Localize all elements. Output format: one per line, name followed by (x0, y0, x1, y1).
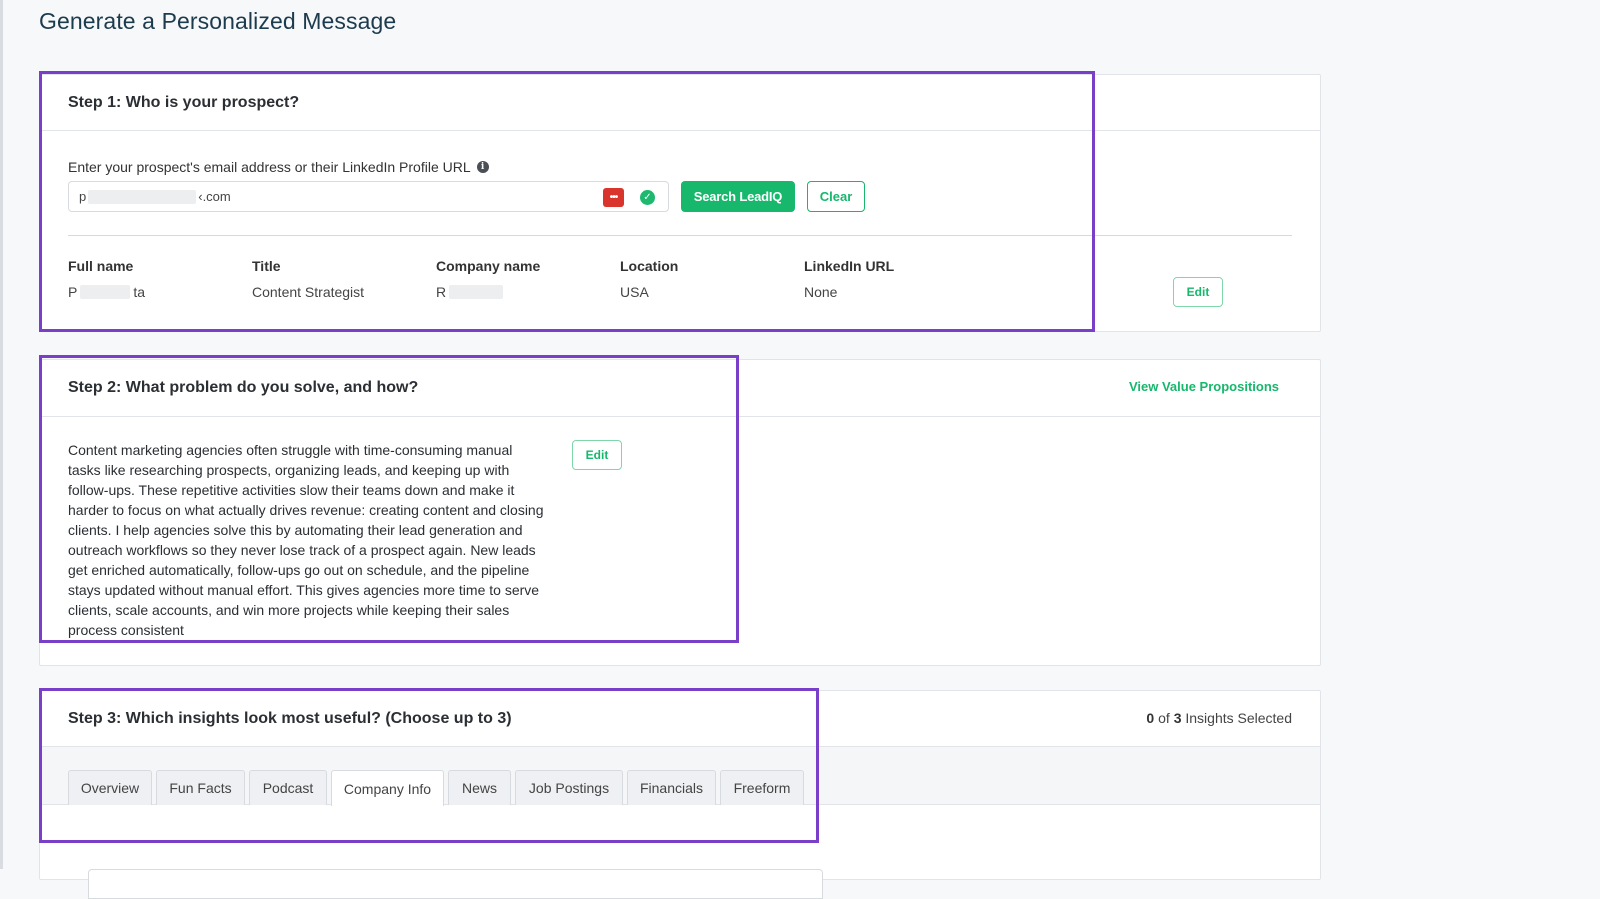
step1-card: Step 1: Who is your prospect? Enter your… (39, 74, 1321, 332)
tab-financials[interactable]: Financials (627, 770, 716, 805)
location-column: Location USA (620, 258, 800, 300)
step1-header: Step 1: Who is your prospect? (40, 75, 1320, 131)
tab-job-postings[interactable]: Job Postings (515, 770, 623, 805)
insights-max-count: 3 (1173, 710, 1182, 726)
company-name-value: R (436, 284, 616, 300)
tab-company-info[interactable]: Company Info (331, 770, 444, 806)
title-label: Title (252, 258, 281, 274)
email-redacted (88, 189, 197, 204)
step3-title: Step 3: Which insights look most useful?… (68, 710, 512, 727)
company-name-column: Company name R (436, 258, 616, 300)
tab-podcast[interactable]: Podcast (249, 770, 327, 805)
page-title: Generate a Personalized Message (39, 8, 397, 34)
insights-tabs-bar: Overview Fun Facts Podcast Company Info … (40, 747, 1320, 806)
search-leadiq-button[interactable]: Search LeadIQ (681, 181, 795, 212)
password-manager-icon[interactable]: ••• (603, 188, 624, 207)
full-name-redacted (80, 285, 131, 299)
prospect-field-label: Enter your prospect's email address or t… (68, 159, 489, 175)
step1-title: Step 1: Who is your prospect? (68, 94, 300, 111)
step1-divider (68, 235, 1292, 236)
tab-news[interactable]: News (448, 770, 511, 805)
tab-fun-facts[interactable]: Fun Facts (156, 770, 245, 805)
prospect-email-input[interactable]: p ‹.com ••• ✓ (68, 181, 669, 212)
full-name-column: Full name P ta (68, 258, 248, 300)
step2-title: Step 2: What problem do you solve, and h… (68, 379, 419, 396)
linkedin-url-value: None (804, 284, 838, 300)
full-name-prefix: P (68, 284, 78, 300)
problem-statement-text: Content marketing agencies often struggl… (68, 442, 544, 638)
step3-card: Step 3: Which insights look most useful?… (39, 690, 1321, 899)
clear-button[interactable]: Clear (807, 181, 865, 212)
insight-content-box (88, 869, 823, 899)
tab-overview[interactable]: Overview (68, 770, 152, 805)
email-suffix: ‹.com (198, 189, 231, 204)
step2-card: Step 2: What problem do you solve, and h… (39, 359, 1321, 666)
view-value-propositions-link[interactable]: View Value Propositions (1129, 379, 1279, 394)
check-circle-icon: ✓ (640, 190, 655, 205)
title-value: Content Strategist (252, 284, 365, 300)
full-name-value: P ta (68, 284, 248, 300)
window-edge (0, 0, 3, 869)
title-column: Title Content Strategist (252, 258, 432, 300)
step1-edit-button[interactable]: Edit (1173, 277, 1223, 307)
insights-selected-label: Insights Selected (1185, 710, 1292, 726)
prospect-field-label-text: Enter your prospect's email address or t… (68, 159, 471, 175)
location-label: Location (620, 258, 679, 274)
full-name-suffix: ta (133, 284, 146, 300)
company-name-prefix: R (436, 284, 447, 300)
insights-selected-count: 0 (1146, 710, 1155, 726)
step2-header: Step 2: What problem do you solve, and h… (40, 360, 1320, 417)
company-name-redacted (449, 285, 504, 299)
linkedin-url-column: LinkedIn URL None (804, 258, 984, 300)
full-name-label: Full name (68, 258, 134, 274)
linkedin-url-label: LinkedIn URL (804, 258, 895, 274)
location-value: USA (620, 284, 649, 300)
insights-selected-counter: 0 of 3 Insights Selected (1146, 710, 1292, 726)
step2-edit-button[interactable]: Edit (572, 440, 622, 470)
insights-of-label: of (1158, 710, 1170, 726)
company-name-label: Company name (436, 258, 541, 274)
info-icon[interactable]: i (476, 161, 489, 173)
tab-freeform[interactable]: Freeform (720, 770, 804, 805)
email-prefix: p (79, 189, 87, 204)
step3-header: Step 3: Which insights look most useful?… (40, 691, 1320, 747)
